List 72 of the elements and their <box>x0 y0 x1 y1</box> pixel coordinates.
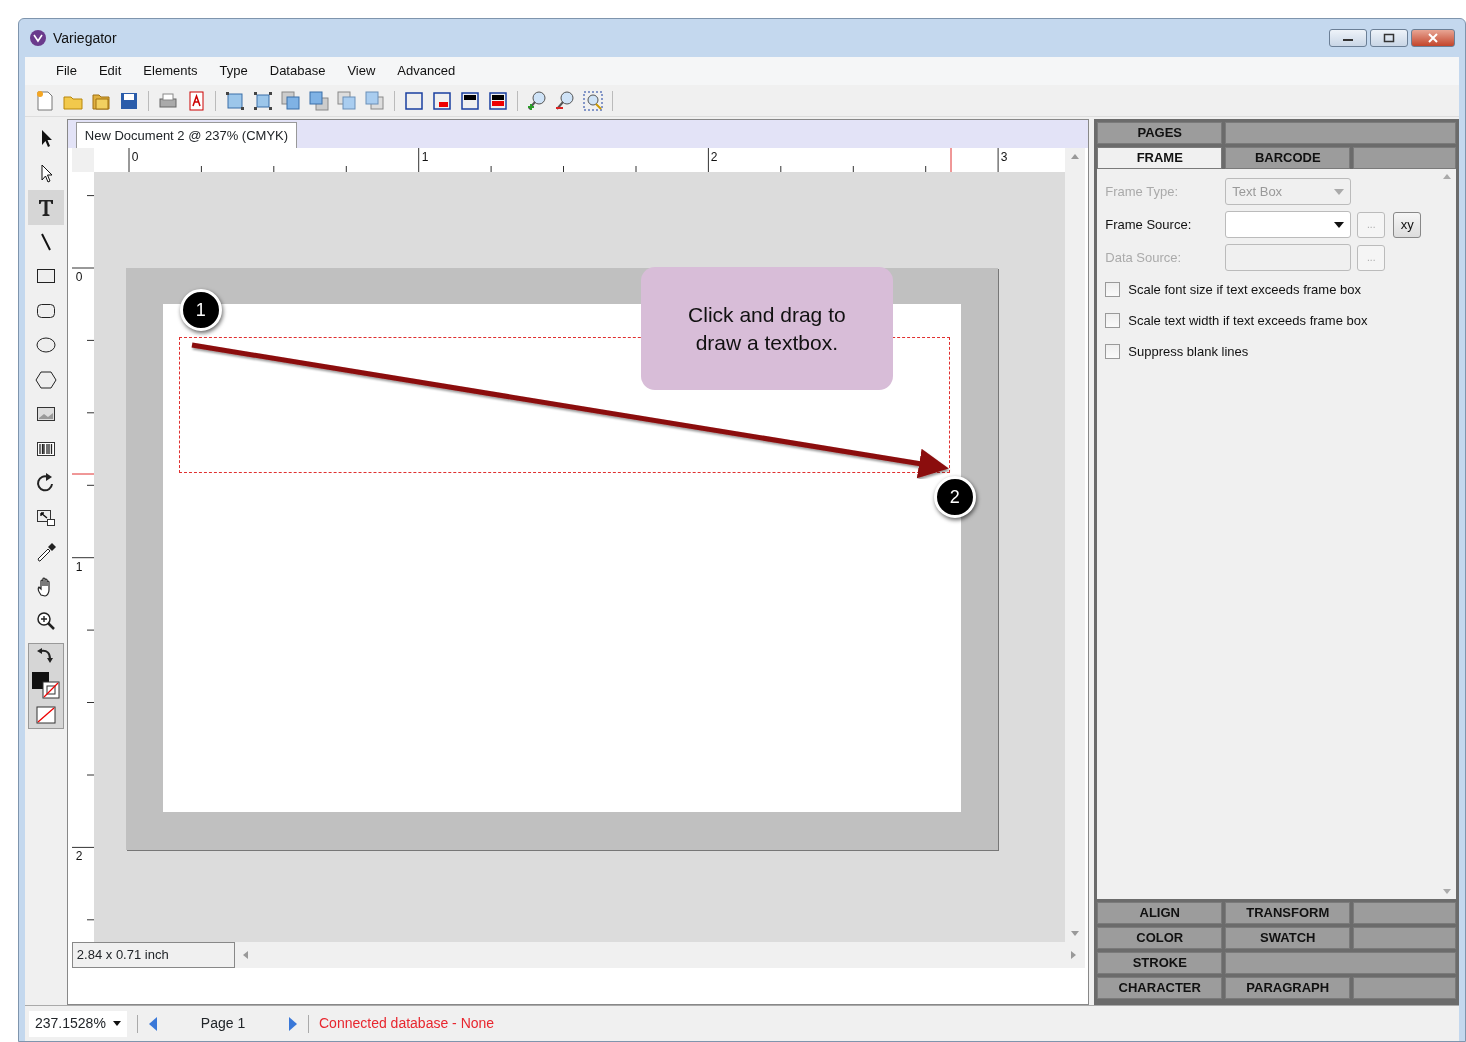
panel-tab[interactable]: FRAME <box>1097 147 1223 169</box>
checkbox-label: Suppress blank lines <box>1128 342 1249 361</box>
panel-tab[interactable]: COLOR <box>1097 927 1223 949</box>
dropdown-field[interactable] <box>1225 211 1352 238</box>
menu-item[interactable]: Elements <box>132 59 209 83</box>
dropdown-caret-icon <box>1334 188 1345 195</box>
zoom-out-icon[interactable] <box>554 89 576 112</box>
ruler-corner <box>71 148 94 172</box>
menu-item[interactable]: Type <box>208 59 259 83</box>
menu-item[interactable]: File <box>45 59 88 83</box>
field-label: Frame Source: <box>1105 215 1193 234</box>
panel-tab[interactable]: CHARACTER <box>1097 977 1223 999</box>
bring-front-icon[interactable] <box>280 89 302 112</box>
ruler-label: 2 <box>710 151 718 163</box>
polygon-tool-icon <box>34 368 57 391</box>
checkbox[interactable] <box>1105 344 1121 359</box>
group-icon[interactable] <box>224 89 246 112</box>
ruler-label: 2 <box>75 850 83 862</box>
checkbox-label: Scale font size if text exceeds frame box <box>1128 280 1361 299</box>
minimize-button[interactable] <box>1328 29 1367 47</box>
ruler-label: 3 <box>1000 151 1008 163</box>
window-title: Variegator <box>53 28 117 48</box>
scroll-down-icon[interactable] <box>1069 930 1080 938</box>
previous-page-icon[interactable] <box>148 1016 158 1031</box>
no-color-icon[interactable] <box>35 706 56 725</box>
panel-tab[interactable]: ALIGN <box>1097 902 1223 924</box>
zoom-field[interactable]: 237.1528% <box>29 1010 127 1037</box>
tool-button[interactable] <box>27 190 64 225</box>
menu-item[interactable]: Database <box>258 59 337 83</box>
menu-item[interactable]: Advanced <box>386 59 467 83</box>
next-page-icon[interactable] <box>288 1016 298 1031</box>
frame-bottom-icon[interactable] <box>431 89 453 112</box>
maximize-icon <box>1382 33 1395 43</box>
checkbox[interactable] <box>1105 313 1121 328</box>
panel-tab[interactable]: TRANSFORM <box>1225 902 1351 924</box>
callout-note: Click and drag to draw a textbox. <box>640 267 893 390</box>
ruler-label: 1 <box>421 151 429 163</box>
ungroup-icon[interactable] <box>252 89 274 112</box>
frame-top-icon[interactable] <box>459 89 481 112</box>
panel-tab[interactable]: PAGES <box>1097 122 1223 144</box>
ruler-label: 0 <box>131 151 139 163</box>
ruler-label: 1 <box>75 561 83 573</box>
page-label: Page 1 <box>199 1014 247 1033</box>
field-label: Frame Type: <box>1105 182 1179 201</box>
bring-forward-icon[interactable] <box>308 89 330 112</box>
database-status: Connected database - None <box>319 1014 495 1033</box>
scroll-up-icon[interactable] <box>1069 152 1080 160</box>
close-button[interactable] <box>1411 29 1455 47</box>
ruler-label: 0 <box>75 271 83 283</box>
checkbox-label: Scale text width if text exceeds frame box <box>1128 311 1368 330</box>
dropdown-caret-icon <box>113 1021 121 1026</box>
fill-stroke-icon[interactable] <box>30 671 61 700</box>
browse-button[interactable]: xy <box>1393 211 1422 238</box>
menu-item[interactable]: View <box>336 59 387 83</box>
menu-item[interactable]: Edit <box>87 59 133 83</box>
maximize-button[interactable] <box>1369 29 1408 47</box>
panel-tab[interactable]: PARAGRAPH <box>1225 977 1351 999</box>
zoom-in-icon[interactable] <box>526 89 548 112</box>
panel-tab[interactable]: BARCODE <box>1225 147 1351 169</box>
size-readout: 2.84 x 0.71 inch <box>71 942 235 968</box>
frame-fill-icon[interactable] <box>487 89 509 112</box>
app-logo-icon <box>29 29 47 47</box>
scroll-left-icon[interactable] <box>241 950 250 960</box>
panel-tab[interactable]: STROKE <box>1097 952 1223 974</box>
zoom-fit-icon[interactable] <box>582 89 604 112</box>
checkbox[interactable] <box>1105 282 1121 297</box>
document-tab[interactable]: New Document 2 @ 237% (CMYK) <box>75 121 298 148</box>
close-icon <box>1427 33 1439 43</box>
field-label: Data Source: <box>1105 248 1183 267</box>
frame-icon[interactable] <box>403 89 425 112</box>
dropdown-caret-icon <box>1334 221 1345 228</box>
panel-tab[interactable]: SWATCH <box>1225 927 1351 949</box>
